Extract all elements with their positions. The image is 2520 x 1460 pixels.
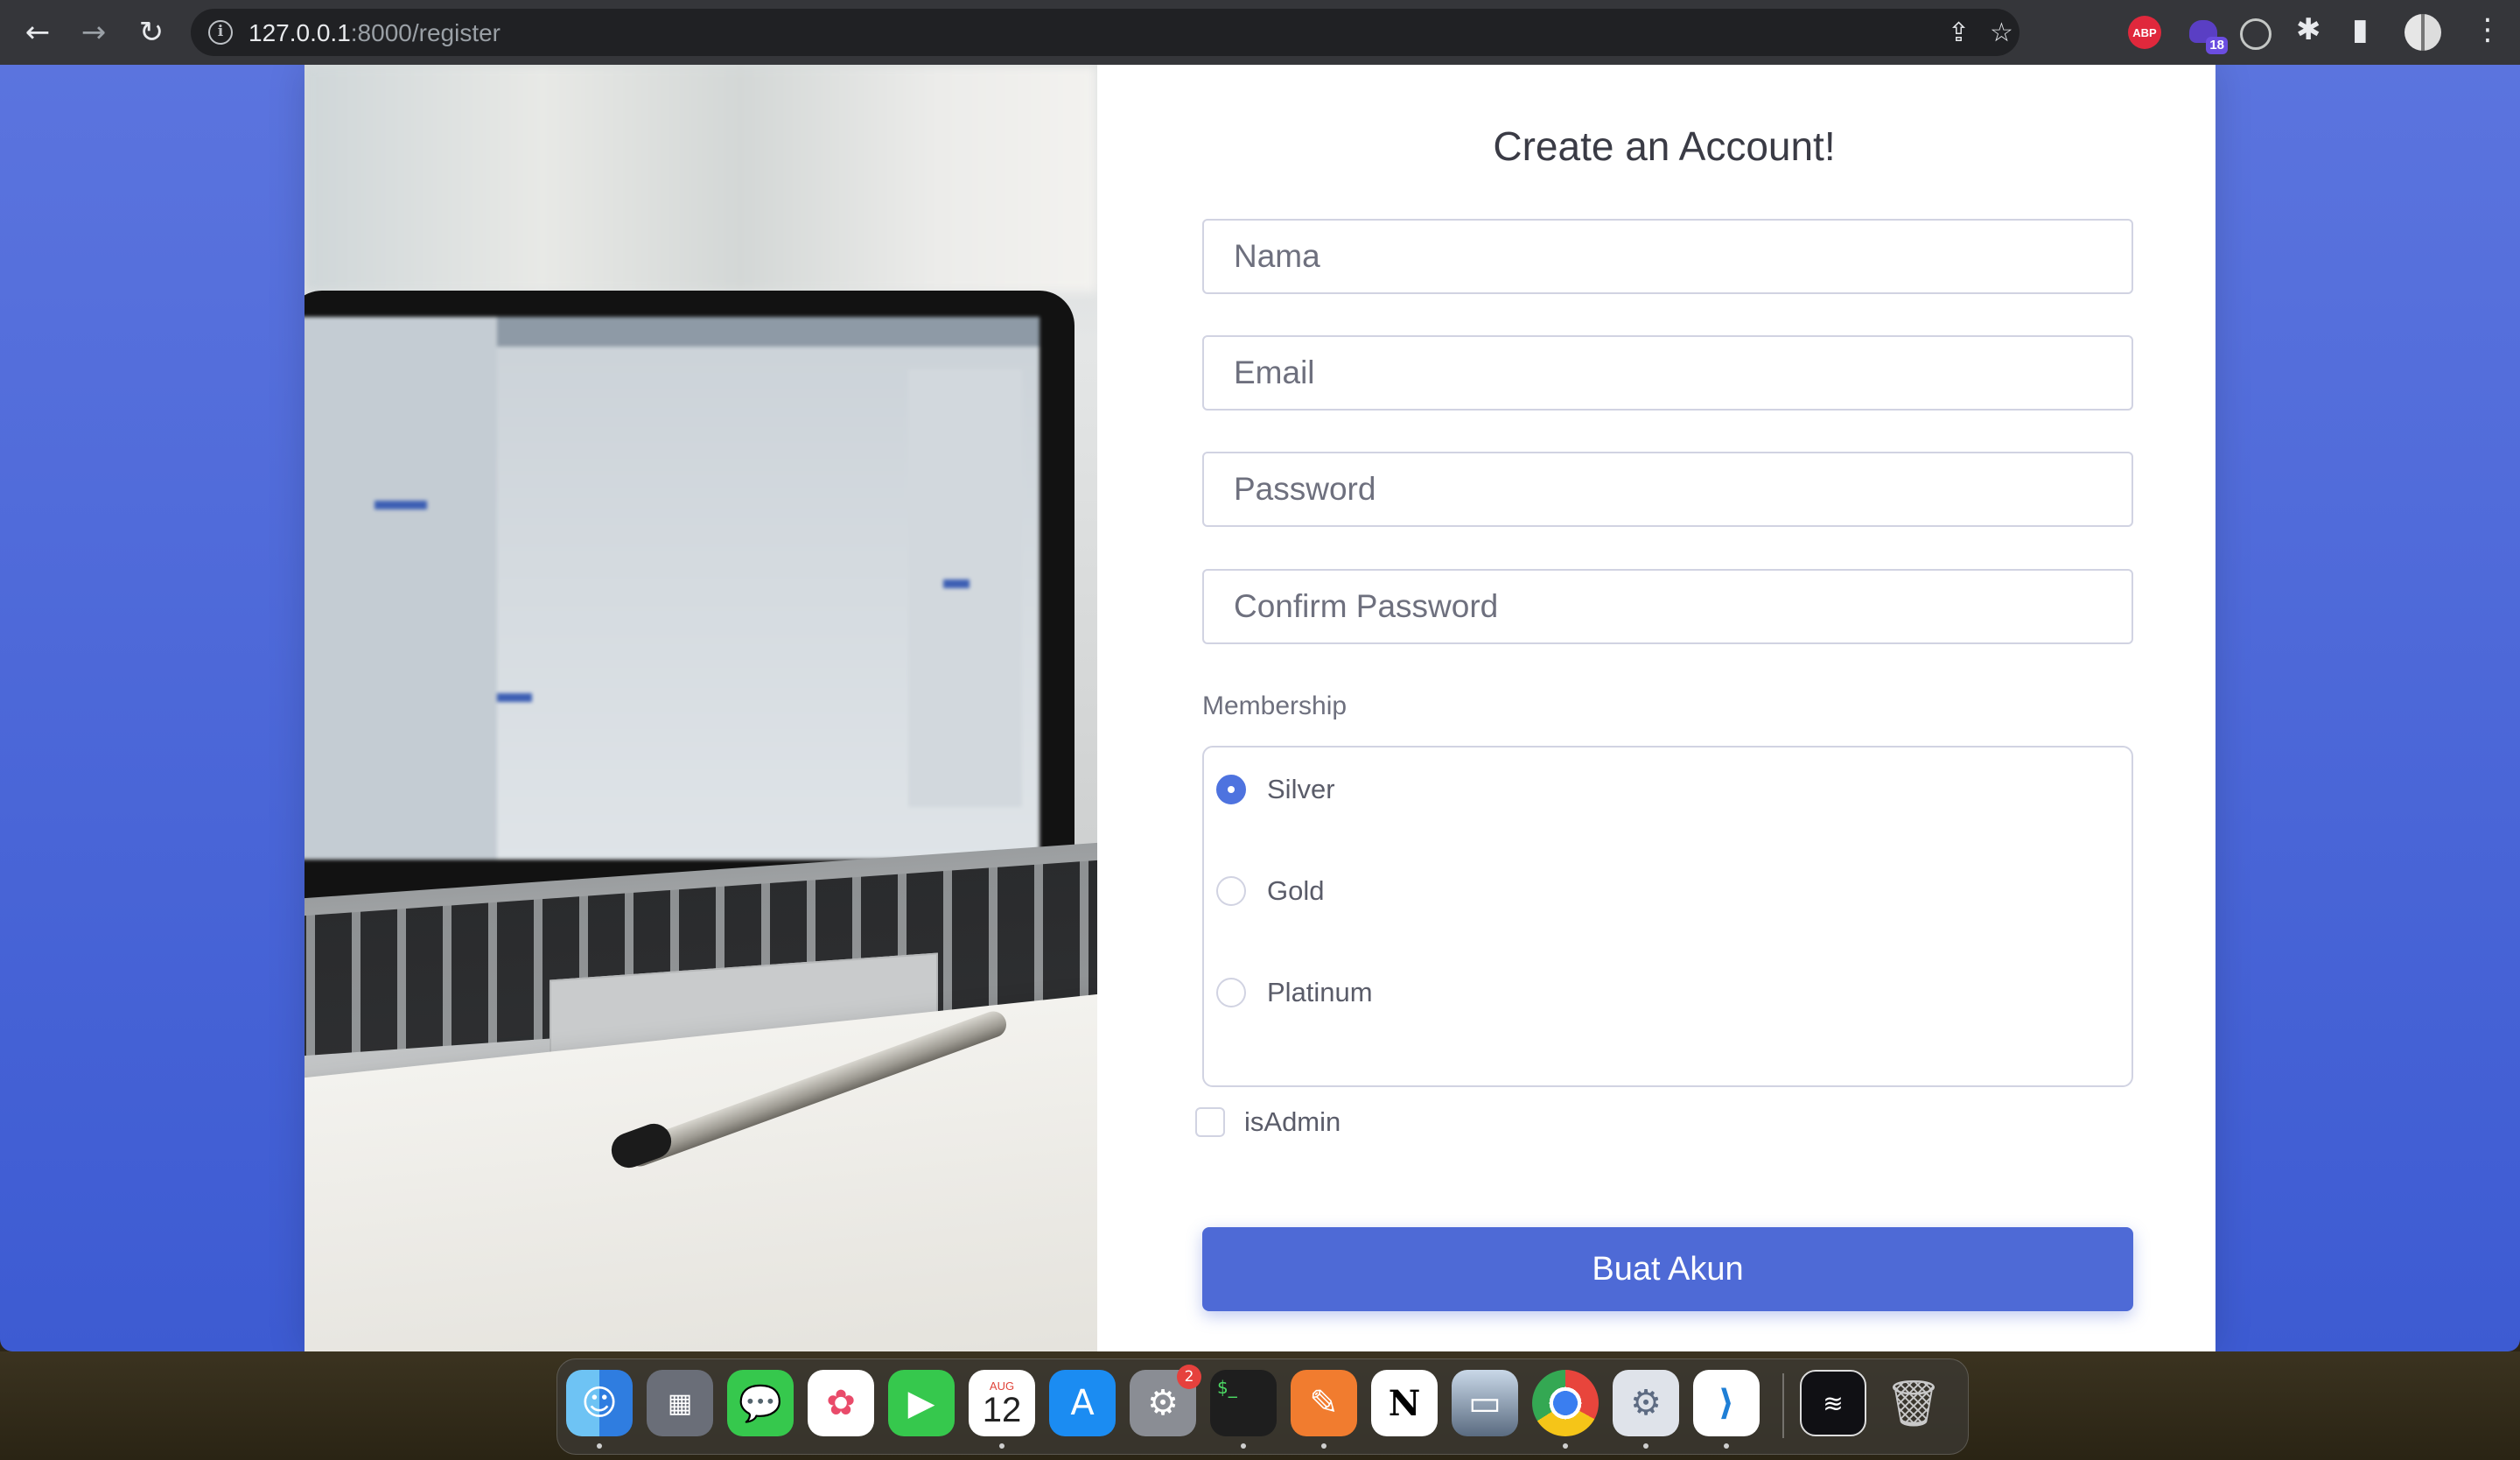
- url-path: :8000/register: [350, 19, 500, 46]
- vscode-icon[interactable]: ⟩: [1693, 1370, 1760, 1436]
- reload-icon[interactable]: ↻: [131, 12, 172, 53]
- radio-gold[interactable]: [1216, 876, 1246, 906]
- globe-extension-icon[interactable]: [2240, 18, 2272, 50]
- share-icon[interactable]: ⇪: [1948, 18, 1970, 48]
- confirm-password-input[interactable]: [1202, 569, 2133, 644]
- membership-radio-group: Silver Gold Platinum: [1202, 746, 2133, 1087]
- hero-image-laptop: [304, 65, 1097, 1351]
- abp-label: ABP: [2132, 25, 2157, 39]
- email-input[interactable]: [1202, 335, 2133, 411]
- kebab-menu-icon[interactable]: ⋮: [2473, 12, 2502, 47]
- register-form: Create an Account! Membership Silver Gol…: [1097, 65, 2216, 1351]
- system-preferences-icon[interactable]: ⚙ 2: [1130, 1365, 1201, 1436]
- is-admin-row[interactable]: isAdmin: [1195, 1103, 1340, 1141]
- adblock-extension-icon[interactable]: ABP: [2128, 16, 2161, 49]
- bookmark-star-icon[interactable]: ☆: [1990, 18, 2013, 48]
- calendar-icon[interactable]: AUG 12: [969, 1370, 1035, 1436]
- membership-option-silver[interactable]: Silver: [1216, 770, 1335, 809]
- messages-icon[interactable]: 💬: [727, 1370, 794, 1436]
- membership-option-gold[interactable]: Gold: [1216, 872, 1324, 910]
- facetime-icon[interactable]: ▶: [888, 1370, 955, 1436]
- register-card: Create an Account! Membership Silver Gol…: [304, 65, 2216, 1351]
- is-admin-label: isAdmin: [1244, 1106, 1341, 1137]
- photos-icon[interactable]: ✿: [808, 1370, 874, 1436]
- puzzle-extensions-icon[interactable]: ✱: [2296, 12, 2321, 47]
- radio-platinum[interactable]: [1216, 978, 1246, 1007]
- pen-app-icon[interactable]: ✎: [1291, 1370, 1357, 1436]
- url-host: 127.0.0.1: [248, 19, 351, 46]
- side-panel-icon[interactable]: ▮: [2352, 12, 2369, 47]
- extension-purple-icon[interactable]: 18: [2186, 14, 2228, 54]
- membership-option-platinum[interactable]: Platinum: [1216, 973, 1373, 1012]
- site-info-icon[interactable]: i: [208, 20, 233, 45]
- address-bar[interactable]: i 127.0.0.1:8000/register ⇪ ☆: [191, 9, 2020, 56]
- create-account-button[interactable]: Buat Akun: [1202, 1227, 2133, 1311]
- notification-badge: 2: [1177, 1365, 1201, 1389]
- terminal-icon[interactable]: $_: [1210, 1370, 1277, 1436]
- calendar-day: 12: [982, 1390, 1022, 1429]
- page-title: Create an Account!: [1493, 123, 1836, 169]
- url-text[interactable]: 127.0.0.1:8000/register: [248, 19, 500, 47]
- preview-icon[interactable]: ▭: [1452, 1370, 1518, 1436]
- macos-dock: ☺ ▦ 💬 ✿ ▶ AUG 12 A ⚙ 2 $_ ✎ N ▭ ⚙ ⟩ ≋ 🗑: [556, 1358, 1969, 1455]
- name-input[interactable]: [1202, 219, 2133, 294]
- membership-label: Membership: [1202, 691, 1348, 720]
- profile-avatar[interactable]: [2404, 14, 2441, 51]
- extension-badge-count: 18: [2206, 37, 2228, 54]
- app-store-icon[interactable]: A: [1049, 1370, 1116, 1436]
- launchpad-icon[interactable]: ▦: [647, 1370, 713, 1436]
- radio-silver[interactable]: [1216, 775, 1246, 804]
- finder-icon[interactable]: ☺: [566, 1370, 633, 1436]
- screenshot-folder-icon[interactable]: ≋: [1800, 1370, 1866, 1436]
- notion-icon[interactable]: N: [1371, 1370, 1438, 1436]
- settings-icon[interactable]: ⚙: [1613, 1370, 1679, 1436]
- radio-label-platinum: Platinum: [1267, 977, 1373, 1007]
- chrome-icon[interactable]: [1532, 1370, 1599, 1436]
- page-background: Create an Account! Membership Silver Gol…: [0, 65, 2520, 1351]
- radio-label-gold: Gold: [1267, 875, 1325, 906]
- back-arrow-icon[interactable]: ←: [18, 12, 58, 53]
- forward-arrow-icon[interactable]: →: [74, 12, 114, 53]
- radio-label-silver: Silver: [1267, 774, 1335, 804]
- browser-toolbar: ← → ↻ i 127.0.0.1:8000/register ⇪ ☆ ABP …: [0, 0, 2520, 65]
- is-admin-checkbox[interactable]: [1195, 1107, 1225, 1137]
- trash-icon[interactable]: 🗑: [1880, 1370, 1947, 1436]
- password-input[interactable]: [1202, 452, 2133, 527]
